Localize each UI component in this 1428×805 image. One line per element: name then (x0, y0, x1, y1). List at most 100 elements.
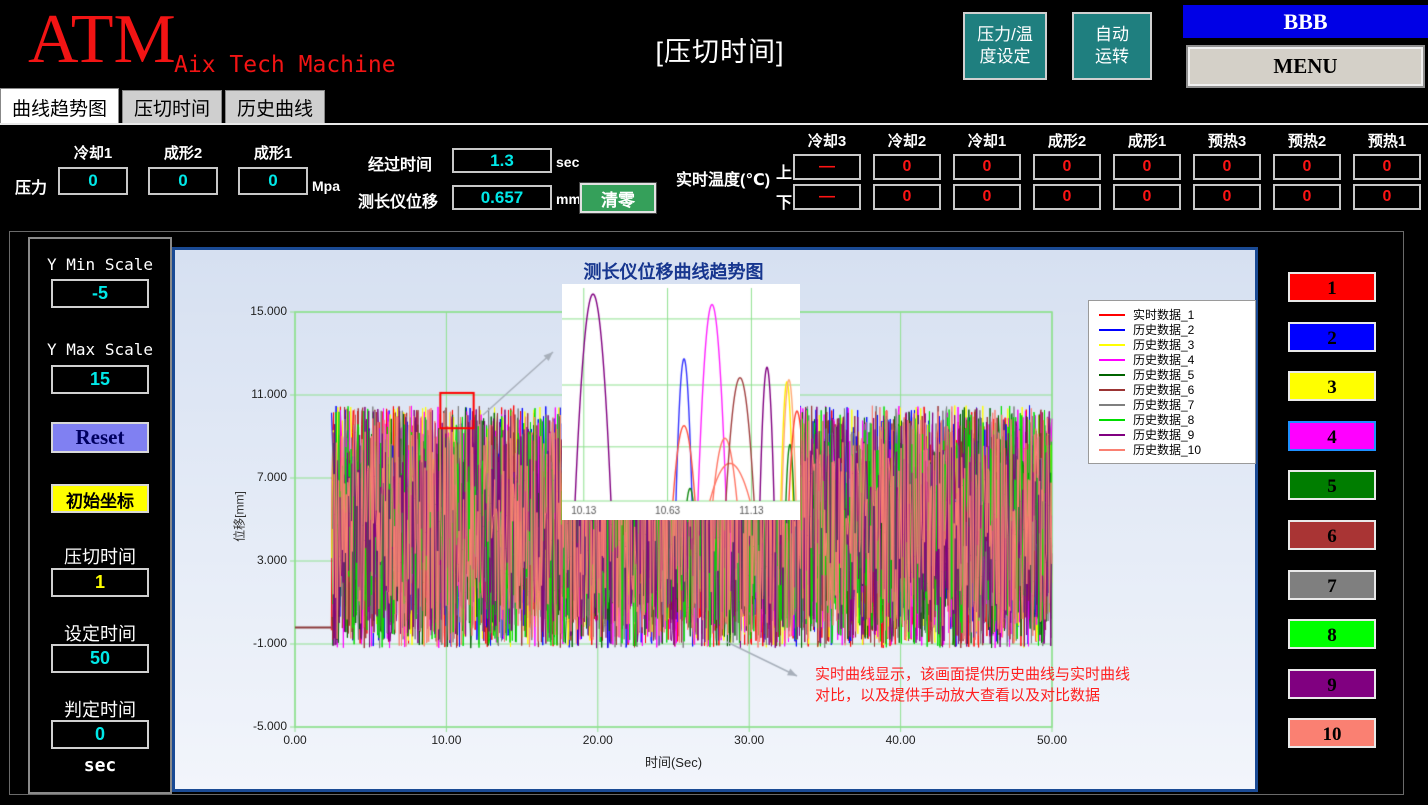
temp-column-header: 冷却1 (953, 130, 1021, 150)
elapsed-time-label: 经过时间 (368, 151, 432, 175)
curve-button-10[interactable]: 10 (1288, 718, 1376, 748)
curve-button-6[interactable]: 6 (1288, 520, 1376, 550)
temp-cell: 0 (1273, 154, 1341, 180)
clear-zero-button[interactable]: 清零 (580, 183, 656, 213)
set-time-input[interactable]: 50 (51, 644, 149, 673)
temp-cell: 0 (1353, 184, 1421, 210)
temperature-table: 冷却3冷却2冷却1成形2成形1预热3预热2预热1—0000000—0000000 (793, 130, 1421, 210)
legend-item: 历史数据_5 (1099, 367, 1249, 382)
chart-legend: 实时数据_1历史数据_2历史数据_3历史数据_4历史数据_5历史数据_6历史数据… (1088, 300, 1256, 464)
legend-line-sample (1099, 344, 1125, 346)
y-tick-label: -1.000 (175, 636, 287, 650)
y-tick-label: 11.000 (175, 387, 287, 401)
tab-3[interactable]: 历史曲线 (225, 90, 325, 123)
legend-item: 历史数据_3 (1099, 337, 1249, 352)
elapsed-time-unit: sec (556, 154, 579, 170)
temp-cell: 0 (1113, 184, 1181, 210)
judge-time-label: 判定时间 (30, 696, 170, 722)
reset-button[interactable]: Reset (51, 422, 149, 453)
y-min-scale-input[interactable]: -5 (51, 279, 149, 308)
press-cut-time-input[interactable]: 1 (51, 568, 149, 597)
elapsed-time-value: 1.3 (452, 148, 552, 173)
temp-cell: 0 (953, 184, 1021, 210)
realtime-temperature-section: 实时温度(℃) 上 下 冷却3冷却2冷却1成形2成形1预热3预热2预热1—000… (676, 130, 1426, 230)
pressure-label: 压力 (15, 174, 47, 198)
pressure-group-3: 成形10 (238, 142, 308, 195)
temp-cell: 0 (1353, 154, 1421, 180)
auto-run-line1: 自动 (1080, 24, 1144, 46)
press-cut-time-label: 压切时间 (30, 543, 170, 569)
temp-column-header: 预热1 (1353, 130, 1421, 150)
control-strip: 压力 冷却10成形20成形10 Mpa 经过时间 1.3 sec 测长仪位移 0… (0, 128, 1428, 231)
pressure-temp-setting-line2: 度设定 (971, 46, 1039, 68)
temp-cell: 0 (873, 154, 941, 180)
menu-button[interactable]: MENU (1186, 45, 1425, 88)
curve-button-7[interactable]: 7 (1288, 570, 1376, 600)
curve-button-3[interactable]: 3 (1288, 371, 1376, 401)
legend-item: 历史数据_6 (1099, 382, 1249, 397)
x-tick-label: 50.00 (1022, 733, 1082, 747)
hmi-screen: ATM Aix Tech Machine [压切时间] 压力/温 度设定 自动 … (0, 0, 1428, 805)
curve-select-panel: 1 2 3 4 5 6 7 8 9 10 (1265, 233, 1402, 793)
trend-chart-panel: 测长仪位移曲线趋势图 位移[mm] 时间(Sec) 15.00011.0007.… (172, 247, 1258, 792)
temp-cell: 0 (1273, 184, 1341, 210)
temp-column-header: 冷却2 (873, 130, 941, 150)
legend-item: 历史数据_4 (1099, 352, 1249, 367)
temp-column-header: 预热3 (1193, 130, 1261, 150)
pressure-field-label: 成形2 (148, 142, 218, 163)
temp-column-header: 冷却3 (793, 130, 861, 150)
pressure-group-1: 冷却10 (58, 142, 128, 195)
auto-run-button[interactable]: 自动 运转 (1072, 12, 1152, 80)
pressure-unit: Mpa (312, 178, 340, 194)
y-tick-label: 7.000 (175, 470, 287, 484)
y-tick-label: 15.000 (175, 304, 287, 318)
curve-button-9[interactable]: 9 (1288, 669, 1376, 699)
legend-line-sample (1099, 359, 1125, 361)
y-max-scale-label: Y Max Scale (30, 340, 170, 359)
temp-cell: 0 (1193, 184, 1261, 210)
temp-cell: 0 (1113, 154, 1181, 180)
legend-item: 历史数据_8 (1099, 412, 1249, 427)
curve-button-1[interactable]: 1 (1288, 272, 1376, 302)
x-tick-label: 10.00 (416, 733, 476, 747)
x-tick-label: 0.00 (265, 733, 325, 747)
temp-cell: 0 (873, 184, 941, 210)
seconds-unit-label: sec (30, 755, 170, 776)
legend-item: 历史数据_2 (1099, 322, 1249, 337)
auto-run-line2: 运转 (1080, 46, 1144, 68)
y-tick-label: -5.000 (175, 719, 287, 733)
temp-column-header: 成形1 (1113, 130, 1181, 150)
pressure-field-label: 成形1 (238, 142, 308, 163)
legend-item: 历史数据_7 (1099, 397, 1249, 412)
curve-button-8[interactable]: 8 (1288, 619, 1376, 649)
temp-row-upper-label: 上 (776, 159, 792, 183)
initial-coordinates-button[interactable]: 初始坐标 (51, 484, 149, 513)
pressure-field-value: 0 (238, 167, 308, 195)
pressure-group-2: 成形20 (148, 142, 218, 195)
annotation-line: 对比，以及提供手动放大查看以及对比数据 (815, 685, 1130, 706)
curve-button-4[interactable]: 4 (1288, 421, 1376, 451)
tab-2[interactable]: 压切时间 (122, 90, 222, 123)
pressure-temp-setting-button[interactable]: 压力/温 度设定 (963, 12, 1047, 80)
chart-title: 测长仪位移曲线趋势图 (295, 258, 1052, 284)
curve-button-2[interactable]: 2 (1288, 322, 1376, 352)
chart-settings-panel: Y Min Scale -5 Y Max Scale 15 Reset 初始坐标… (28, 237, 172, 794)
legend-item: 历史数据_9 (1099, 427, 1249, 442)
y-max-scale-input[interactable]: 15 (51, 365, 149, 394)
tab-1[interactable]: 曲线趋势图 (0, 88, 119, 123)
temp-cell: 0 (1193, 154, 1261, 180)
y-tick-label: 3.000 (175, 553, 287, 567)
tab-bar: 曲线趋势图压切时间历史曲线 (0, 92, 1428, 125)
legend-line-sample (1099, 449, 1125, 451)
legend-line-sample (1099, 314, 1125, 316)
legend-series-name: 历史数据_10 (1133, 441, 1201, 458)
temp-cell: 0 (1033, 154, 1101, 180)
temp-cell: 0 (953, 154, 1021, 180)
judge-time-input[interactable]: 0 (51, 720, 149, 749)
temp-cell: 0 (1033, 184, 1101, 210)
realtime-temperature-label: 实时温度(℃) (676, 166, 770, 190)
temp-row-lower-label: 下 (776, 189, 792, 213)
annotation-line: 实时曲线显示，该画面提供历史曲线与实时曲线 (815, 664, 1130, 685)
curve-button-5[interactable]: 5 (1288, 470, 1376, 500)
page-title: [压切时间] (560, 30, 880, 69)
